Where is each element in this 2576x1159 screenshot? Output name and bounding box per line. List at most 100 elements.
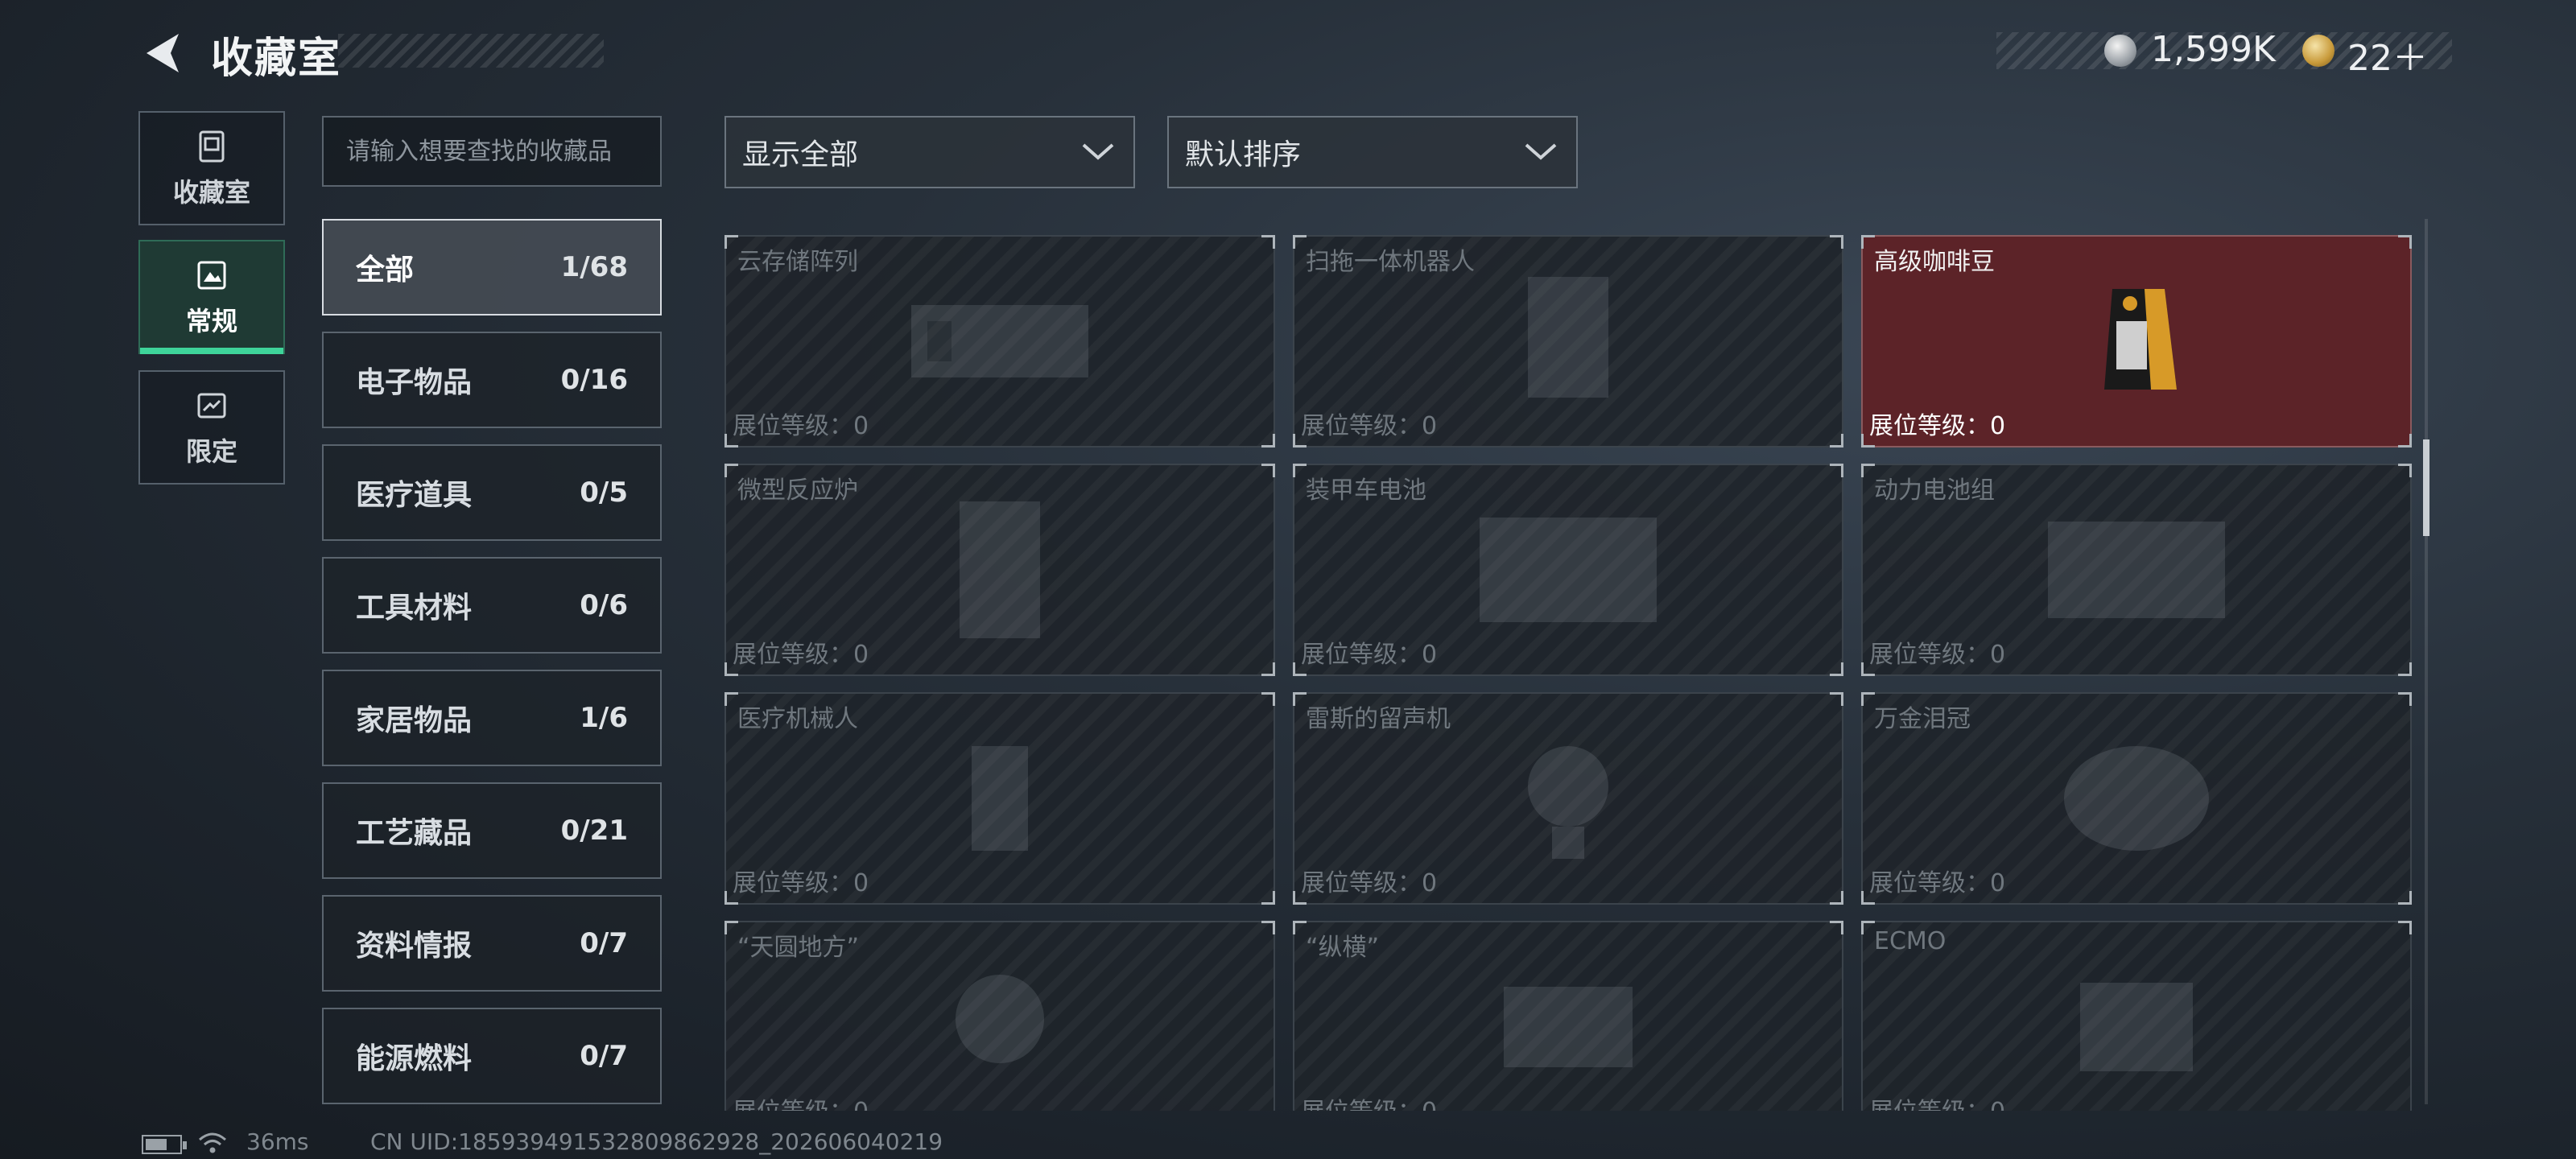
item-level: 展位等级：0 [1301,412,1438,440]
subcategory-name: 医疗道具 [356,479,473,512]
crown-icon [2064,746,2209,851]
tab-general-label: 常规 [185,306,237,336]
item-level: 展位等级：0 [1869,1091,2005,1111]
item-name: 万金泪冠 [1874,705,1971,733]
subcategory-name: 资料情报 [356,930,473,963]
subcategory-count: 0/21 [560,815,628,847]
collection-item-card[interactable]: “纵横” 展位等级：0 [1293,921,1843,1111]
gramophone-icon [1528,746,1608,859]
item-name: 微型反应炉 [737,476,858,505]
display-filter-value: 显示全部 [742,138,859,171]
collection-item-card[interactable]: 动力电池组 展位等级：0 [1861,464,2412,676]
subcategory-count: 0/7 [580,927,628,959]
item-level: 展位等级：0 [733,412,869,440]
subcategory-electronics[interactable]: 电子物品 0/16 [322,332,662,428]
item-name: 装甲车电池 [1306,476,1426,505]
collection-item-card[interactable]: 医疗机械人 展位等级：0 [724,692,1275,905]
active-tab-indicator [140,348,283,354]
item-name: ECMO [1874,927,1946,955]
museum-icon [199,130,225,163]
item-level: 展位等级：0 [1869,412,2006,440]
search-input[interactable] [322,116,662,187]
sort-dropdown[interactable]: 默认排序 [1167,116,1578,188]
battery-icon [142,1135,187,1154]
collection-item-card[interactable]: 微型反应炉 展位等级：0 [724,464,1275,676]
collection-item-card[interactable]: 高级咖啡豆 展位等级：0 [1861,235,2412,448]
subcategory-household[interactable]: 家居物品 1/6 [322,670,662,766]
item-name: 动力电池组 [1874,476,1995,505]
ecmo-machine-icon [2080,983,2193,1071]
item-name: 云存储阵列 [737,248,858,276]
item-name: 扫拖一体机器人 [1306,248,1475,276]
subcategory-tools[interactable]: 工具材料 0/6 [322,557,662,654]
collection-item-card[interactable]: ECMO 展位等级：0 [1861,921,2412,1111]
display-filter-dropdown[interactable]: 显示全部 [724,116,1135,188]
grid-scrollbar-track[interactable] [2425,219,2428,1104]
collection-item-card[interactable]: “天圆地方” 展位等级：0 [724,921,1275,1111]
item-level: 展位等级：0 [733,641,869,669]
tab-museum[interactable]: 收藏室 [138,111,285,225]
subcategory-count: 1/6 [580,702,628,734]
subcategory-count: 0/6 [580,589,628,621]
item-level: 展位等级：0 [733,869,869,897]
coffee-bag-icon [2104,289,2177,390]
subcategory-count: 1/68 [560,251,628,283]
subcategory-crafts[interactable]: 工艺藏品 0/21 [322,782,662,879]
tab-museum-label: 收藏室 [172,177,250,208]
chevron-down-icon [1082,143,1114,160]
silver-currency-amount: 1,599K [2151,29,2276,70]
ping-readout: 36ms [246,1128,309,1155]
subcategory-energy[interactable]: 能源燃料 0/7 [322,1008,662,1104]
item-name: 医疗机械人 [737,705,858,733]
uid-label: CN UID:185939491532809862928_20260604021… [370,1128,943,1155]
limited-icon [197,393,226,419]
tab-general[interactable]: 常规 [138,240,285,354]
back-button[interactable] [138,29,187,77]
subcategory-count: 0/16 [560,364,628,396]
subcategory-name: 家居物品 [356,704,473,737]
item-level: 展位等级：0 [1301,869,1438,897]
subcategory-medical[interactable]: 医疗道具 0/5 [322,444,662,541]
item-level: 展位等级：0 [733,1091,869,1111]
sort-value: 默认排序 [1185,138,1302,171]
silver-coin-icon [2104,35,2136,67]
collection-item-card[interactable]: 扫拖一体机器人 展位等级：0 [1293,235,1843,448]
battery-pack-icon [2048,522,2225,618]
subcategory-count: 0/7 [580,1040,628,1072]
item-name: “纵横” [1306,934,1380,962]
globe-icon [956,975,1044,1063]
server-array-icon [911,305,1088,377]
collection-item-card[interactable]: 万金泪冠 展位等级：0 [1861,692,2412,905]
item-name: 雷斯的留声机 [1306,705,1451,733]
tab-limited-label: 限定 [185,436,237,467]
subcategory-name: 工具材料 [356,592,473,625]
collection-grid: 云存储阵列 展位等级：0 扫拖一体机器人 展位等级：0 高级咖啡豆 展位等级：0… [723,232,2413,1111]
back-arrow-icon [147,34,179,72]
item-name: “天圆地方” [737,934,860,962]
item-level: 展位等级：0 [1301,641,1438,669]
subcategory-name: 全部 [356,254,415,287]
robot-vacuum-icon [1528,277,1608,398]
wifi-icon [199,1132,226,1153]
title-decoration [338,34,604,68]
subcategory-name: 工艺藏品 [356,817,473,850]
subcategory-all[interactable]: 全部 1/68 [322,219,662,316]
subcategory-name: 能源燃料 [356,1042,473,1075]
subcategory-count: 0/5 [580,476,628,509]
chessboard-icon [1504,987,1633,1067]
gold-coin-icon [2302,35,2334,67]
reactor-icon [960,501,1040,638]
item-level: 展位等级：0 [1301,1091,1437,1111]
chevron-down-icon [1525,143,1557,160]
subcategory-name: 电子物品 [356,366,473,399]
item-level: 展位等级：0 [1869,869,2006,897]
subcategory-intel[interactable]: 资料情报 0/7 [322,895,662,992]
tab-limited[interactable]: 限定 [138,370,285,485]
collection-item-card[interactable]: 云存储阵列 展位等级：0 [724,235,1275,448]
collection-icon [197,261,226,290]
grid-scrollbar-thumb[interactable] [2423,439,2429,536]
collection-item-card[interactable]: 装甲车电池 展位等级：0 [1293,464,1843,676]
collection-item-card[interactable]: 雷斯的留声机 展位等级：0 [1293,692,1843,905]
item-level: 展位等级：0 [1869,641,2006,669]
gold-currency-amount[interactable]: 22＋ [2347,29,2428,80]
